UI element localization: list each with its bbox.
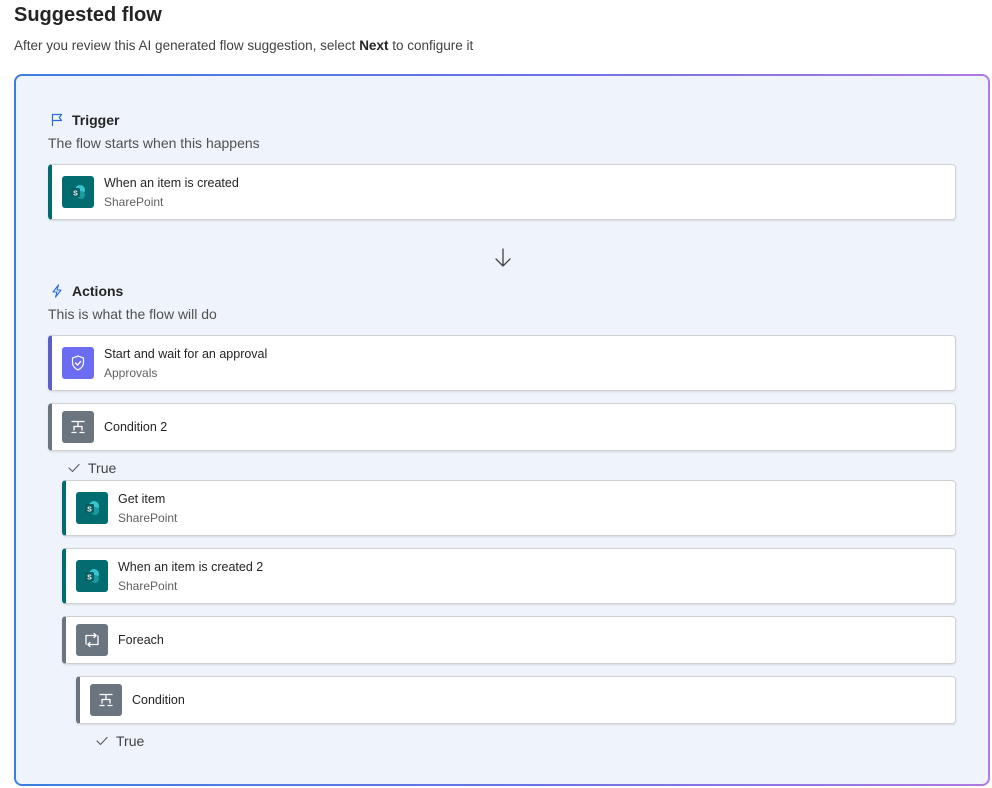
- page-title: Suggested flow: [14, 4, 162, 26]
- condition-icon: [62, 411, 94, 443]
- suggested-flow-panel: Trigger The flow starts when this happen…: [14, 74, 990, 786]
- approvals-icon: [62, 347, 94, 379]
- true-branch-label[interactable]: True: [96, 733, 144, 749]
- card-connector: Approvals: [104, 365, 158, 380]
- trigger-heading: Trigger: [50, 112, 119, 128]
- suggested-flow-panel-inner: Trigger The flow starts when this happen…: [16, 76, 988, 784]
- card-title: When an item is created 2: [118, 559, 264, 574]
- action-card-start-approval[interactable]: Start and wait for an approval Approvals: [48, 335, 956, 391]
- svg-text:S: S: [73, 190, 78, 197]
- actions-description: This is what the flow will do: [48, 306, 217, 322]
- card-title: Get item: [118, 491, 166, 506]
- card-title: Condition 2: [104, 420, 168, 434]
- sharepoint-icon: S: [76, 560, 108, 592]
- card-title: Start and wait for an approval: [104, 346, 268, 361]
- flag-icon: [50, 113, 64, 127]
- card-connector: SharePoint: [118, 510, 178, 525]
- action-card-condition-2[interactable]: Condition 2: [48, 403, 956, 451]
- card-connector: SharePoint: [104, 194, 164, 209]
- action-card-condition[interactable]: Condition: [76, 676, 956, 724]
- subtitle-text: After you review this AI generated flow …: [14, 38, 360, 53]
- checkmark-icon: [96, 733, 108, 749]
- sharepoint-icon: S: [62, 176, 94, 208]
- arrow-down-icon: [494, 248, 512, 273]
- action-card-when-item-created-2[interactable]: S When an item is created 2 SharePoint: [62, 548, 956, 604]
- subtitle-text-end: to configure it: [388, 38, 474, 53]
- card-title: Condition: [132, 693, 185, 707]
- card-title: Foreach: [118, 633, 164, 647]
- action-card-foreach[interactable]: Foreach: [62, 616, 956, 664]
- trigger-card-when-item-created[interactable]: S When an item is created SharePoint: [48, 164, 956, 220]
- card-connector: SharePoint: [118, 578, 178, 593]
- trigger-heading-label: Trigger: [72, 112, 120, 128]
- page-subtitle: After you review this AI generated flow …: [14, 38, 473, 53]
- branch-label: True: [116, 733, 145, 749]
- lightning-icon: [50, 284, 64, 298]
- branch-label: True: [88, 460, 117, 476]
- actions-heading: Actions: [50, 283, 123, 299]
- true-branch-label[interactable]: True: [68, 460, 116, 476]
- actions-heading-label: Actions: [72, 283, 124, 299]
- next-keyword: Next: [359, 38, 389, 53]
- svg-text:S: S: [87, 506, 92, 513]
- action-card-get-item[interactable]: S Get item SharePoint: [62, 480, 956, 536]
- trigger-description: The flow starts when this happens: [48, 135, 260, 151]
- svg-text:S: S: [87, 574, 92, 581]
- checkmark-icon: [68, 460, 80, 476]
- sharepoint-icon: S: [76, 492, 108, 524]
- card-title: When an item is created: [104, 175, 239, 190]
- condition-icon: [90, 684, 122, 716]
- loop-icon: [76, 624, 108, 656]
